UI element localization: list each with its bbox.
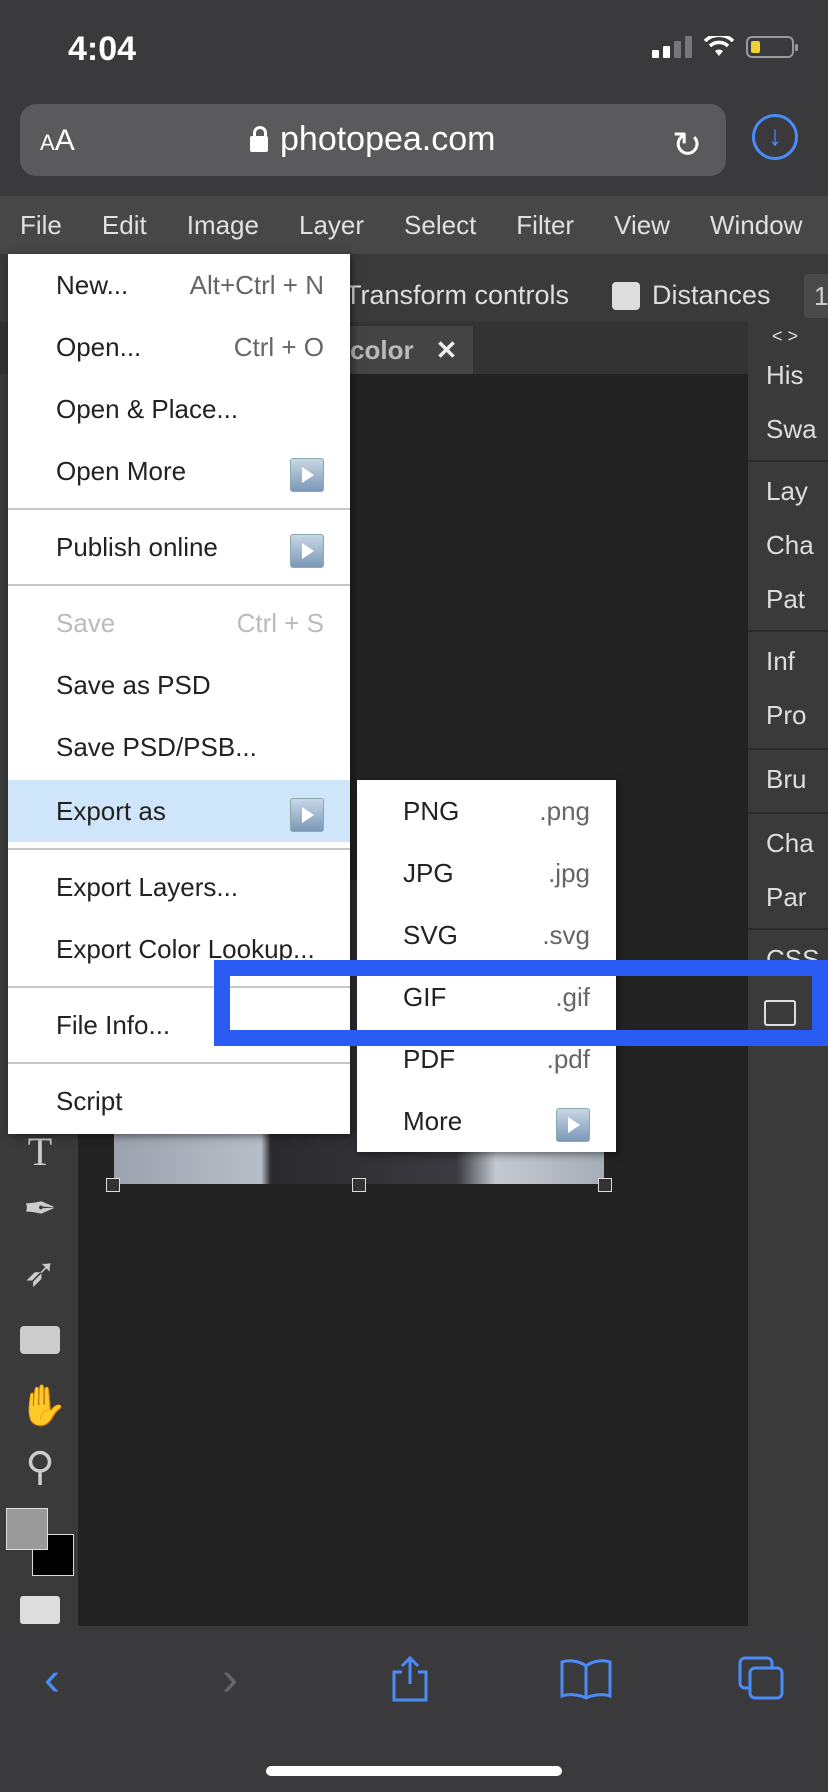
menu-item-open-more[interactable]: Open More xyxy=(8,440,350,502)
panel-divider xyxy=(748,812,828,814)
share-icon[interactable] xyxy=(388,1654,432,1704)
menu-item-export-layers[interactable]: Export Layers... xyxy=(8,856,350,918)
menu-item-export-color-lookup[interactable]: Export Color Lookup... xyxy=(8,918,350,980)
export-pdf[interactable]: PDF .pdf xyxy=(357,1028,616,1090)
status-icons xyxy=(652,36,798,58)
menu-file[interactable]: File xyxy=(0,210,82,241)
document-tab[interactable]: color ✕ xyxy=(330,326,473,374)
download-icon[interactable]: ↓ xyxy=(752,114,798,160)
panel-divider xyxy=(748,630,828,632)
url-display[interactable]: photopea.com xyxy=(250,120,496,159)
menu-divider xyxy=(8,848,350,850)
menu-view[interactable]: View xyxy=(594,210,690,241)
menu-item-publish-online[interactable]: Publish online xyxy=(8,516,350,578)
panel-tab-info[interactable]: Inf xyxy=(766,646,795,677)
distances-checkbox[interactable] xyxy=(612,282,640,310)
menu-item-new[interactable]: New... Alt+Ctrl + N xyxy=(8,254,350,316)
panel-tab-channels[interactable]: Cha xyxy=(766,530,814,561)
submenu-arrow-icon xyxy=(290,798,324,832)
file-menu-dropdown: New... Alt+Ctrl + N Open... Ctrl + O Open … xyxy=(8,254,350,1134)
transform-controls-label[interactable]: Transform controls xyxy=(345,280,569,311)
menu-select[interactable]: Select xyxy=(384,210,496,241)
menu-divider xyxy=(8,508,350,510)
home-indicator xyxy=(266,1766,562,1776)
submenu-arrow-icon xyxy=(556,1108,590,1142)
quick-mask-icon[interactable] xyxy=(20,1596,60,1624)
panel-tab-swatches[interactable]: Swa xyxy=(766,414,817,445)
panel-tab-paths[interactable]: Pat xyxy=(766,584,805,615)
menu-layer[interactable]: Layer xyxy=(279,210,384,241)
submenu-arrow-icon xyxy=(290,458,324,492)
menu-divider xyxy=(8,986,350,988)
rectangle-tool-icon[interactable] xyxy=(20,1326,60,1354)
panel-divider xyxy=(748,928,828,930)
menu-item-script[interactable]: Script xyxy=(8,1070,350,1132)
pen-tool-icon[interactable]: ✒ xyxy=(18,1186,62,1232)
zoom-tool-icon[interactable]: ⚲ xyxy=(18,1444,62,1490)
export-svg[interactable]: SVG .svg xyxy=(357,904,616,966)
url-text: photopea.com xyxy=(280,120,496,158)
menu-divider xyxy=(8,1062,350,1064)
export-as-submenu: PNG .png JPG .jpg SVG .svg GIF .gif PDF .pdf … xyxy=(357,780,616,1152)
direct-select-tool-icon[interactable]: ➶ xyxy=(18,1250,62,1296)
menu-edit[interactable]: Edit xyxy=(82,210,167,241)
export-jpg[interactable]: JPG .jpg xyxy=(357,842,616,904)
panel-tab-brush[interactable]: Bru xyxy=(766,764,806,795)
distances-label[interactable]: Distances xyxy=(652,280,771,311)
menu-item-open[interactable]: Open... Ctrl + O xyxy=(8,316,350,378)
type-tool-icon[interactable]: T xyxy=(18,1128,62,1175)
document-tab-label: color xyxy=(350,335,414,365)
export-gif[interactable]: GIF .gif xyxy=(357,966,616,1028)
transform-handle[interactable] xyxy=(598,1178,612,1192)
menu-window[interactable]: Window xyxy=(690,210,822,241)
panel-tab-paragraph[interactable]: Par xyxy=(766,882,806,913)
transform-handle[interactable] xyxy=(352,1178,366,1192)
panel-tab-layers[interactable]: Lay xyxy=(766,476,808,507)
close-tab-icon[interactable]: ✕ xyxy=(436,335,458,365)
hand-tool-icon[interactable]: ✋ xyxy=(18,1382,68,1429)
menu-item-open-place[interactable]: Open & Place... xyxy=(8,378,350,440)
menu-item-save-psd-psb[interactable]: Save PSD/PSB... xyxy=(8,716,350,778)
lock-icon xyxy=(250,125,268,152)
menu-item-save-as-psd[interactable]: Save as PSD xyxy=(8,654,350,716)
menu-item-save: Save Ctrl + S xyxy=(56,608,324,638)
reload-icon[interactable]: ↻ xyxy=(672,124,702,166)
panel-tab-properties[interactable]: Pro xyxy=(766,700,806,731)
panel-collapse-arrows[interactable]: < > xyxy=(772,326,798,347)
battery-icon xyxy=(746,36,798,58)
menu-item-export-as[interactable]: Export as xyxy=(8,780,350,842)
tabs-icon[interactable] xyxy=(738,1656,786,1702)
options-value-field[interactable]: 1 xyxy=(804,274,828,318)
menu-filter[interactable]: Filter xyxy=(496,210,594,241)
text-size-button[interactable]: AA xyxy=(40,124,75,158)
menu-image[interactable]: Image xyxy=(167,210,279,241)
panel-divider xyxy=(748,460,828,462)
menu-divider xyxy=(8,584,350,586)
panel-divider xyxy=(748,748,828,750)
transform-handle[interactable] xyxy=(106,1178,120,1192)
status-time: 4:04 xyxy=(68,30,137,68)
app-menubar: File Edit Image Layer Select Filter View… xyxy=(0,196,828,254)
menu-item-file-info[interactable]: File Info... xyxy=(8,994,350,1056)
forward-icon: › xyxy=(222,1653,238,1706)
panel-tab-character[interactable]: Cha xyxy=(766,828,814,859)
bookmarks-icon[interactable] xyxy=(560,1658,612,1700)
cellular-signal-icon xyxy=(652,36,692,58)
panel-tab-history[interactable]: His xyxy=(766,360,804,391)
wifi-icon xyxy=(704,36,734,56)
submenu-arrow-icon xyxy=(290,534,324,568)
export-more[interactable]: More xyxy=(357,1090,616,1152)
foreground-color-swatch-top xyxy=(6,1508,48,1550)
export-png[interactable]: PNG .png xyxy=(357,780,616,842)
back-icon[interactable]: ‹ xyxy=(44,1652,60,1707)
